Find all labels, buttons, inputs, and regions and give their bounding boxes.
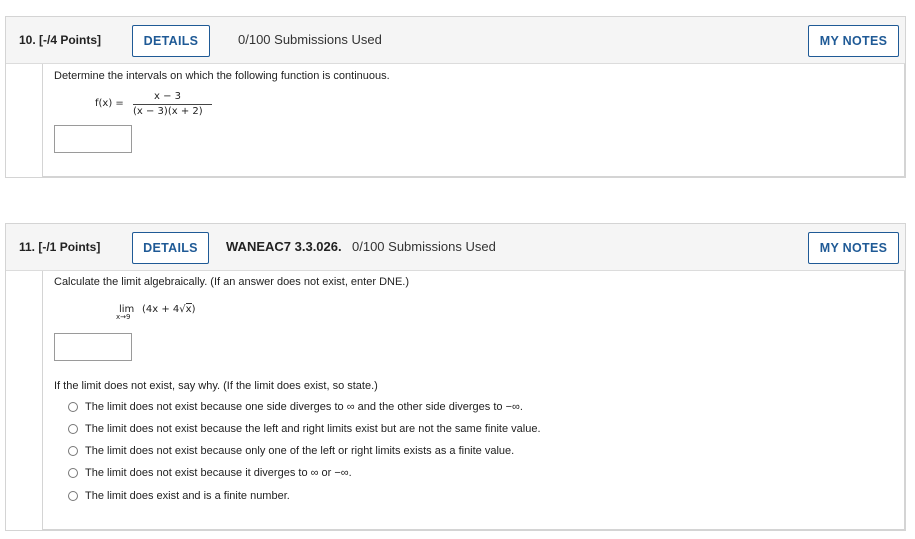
option-label: The limit does not exist because the lef… <box>85 423 541 435</box>
question-11-number: 11. [-/1 Points] <box>19 240 101 254</box>
my-notes-button[interactable]: MY NOTES <box>808 25 899 57</box>
answer-input[interactable] <box>54 125 132 153</box>
question-prompt: Determine the intervals on which the fol… <box>54 70 390 82</box>
answer-input[interactable] <box>54 333 132 361</box>
question-10-body: Determine the intervals on which the fol… <box>42 64 905 177</box>
my-notes-button[interactable]: MY NOTES <box>808 232 899 264</box>
radio-button[interactable] <box>68 491 78 501</box>
details-button[interactable]: DETAILS <box>132 25 210 57</box>
radio-button[interactable] <box>68 468 78 478</box>
submissions-used: 0/100 Submissions Used <box>238 32 382 47</box>
option-label: The limit does not exist because only on… <box>85 445 515 457</box>
function-label: f(x) = <box>95 98 124 109</box>
option-label: The limit does not exist because one sid… <box>85 401 523 413</box>
limit-expression: (4x + 4√x) <box>142 303 196 315</box>
why-prompt: If the limit does not exist, say why. (I… <box>54 380 378 392</box>
option-2[interactable]: The limit does not exist because the lef… <box>68 423 541 435</box>
radio-button[interactable] <box>68 402 78 412</box>
option-label: The limit does not exist because it dive… <box>85 467 352 479</box>
fraction-numerator: x − 3 <box>154 91 182 102</box>
option-label: The limit does exist and is a finite num… <box>85 490 290 502</box>
sqrt-symbol: √ <box>179 304 186 315</box>
option-4[interactable]: The limit does not exist because it dive… <box>68 467 352 479</box>
option-5[interactable]: The limit does exist and is a finite num… <box>68 490 290 502</box>
fraction-bar <box>133 104 212 105</box>
radio-button[interactable] <box>68 446 78 456</box>
question-10-number: 10. [-/4 Points] <box>19 33 102 47</box>
option-1[interactable]: The limit does not exist because one sid… <box>68 401 523 413</box>
question-prompt: Calculate the limit algebraically. (If a… <box>54 276 410 288</box>
question-10-header: 10. [-/4 Points] DETAILS 0/100 Submissio… <box>6 17 905 64</box>
submissions-used: 0/100 Submissions Used <box>352 239 496 254</box>
fraction-denominator: (x − 3)(x + 2) <box>133 106 203 117</box>
details-button[interactable]: DETAILS <box>132 232 209 264</box>
option-3[interactable]: The limit does not exist because only on… <box>68 445 514 457</box>
problem-code: WANEAC7 3.3.026. <box>226 239 342 254</box>
question-11-card: 11. [-/1 Points] DETAILS WANEAC7 3.3.026… <box>5 223 906 531</box>
question-10-card: 10. [-/4 Points] DETAILS 0/100 Submissio… <box>5 16 906 178</box>
limit-subscript: x→9 <box>116 313 131 321</box>
question-11-body: Calculate the limit algebraically. (If a… <box>42 271 905 530</box>
question-11-header: 11. [-/1 Points] DETAILS WANEAC7 3.3.026… <box>6 224 905 271</box>
radio-button[interactable] <box>68 424 78 434</box>
